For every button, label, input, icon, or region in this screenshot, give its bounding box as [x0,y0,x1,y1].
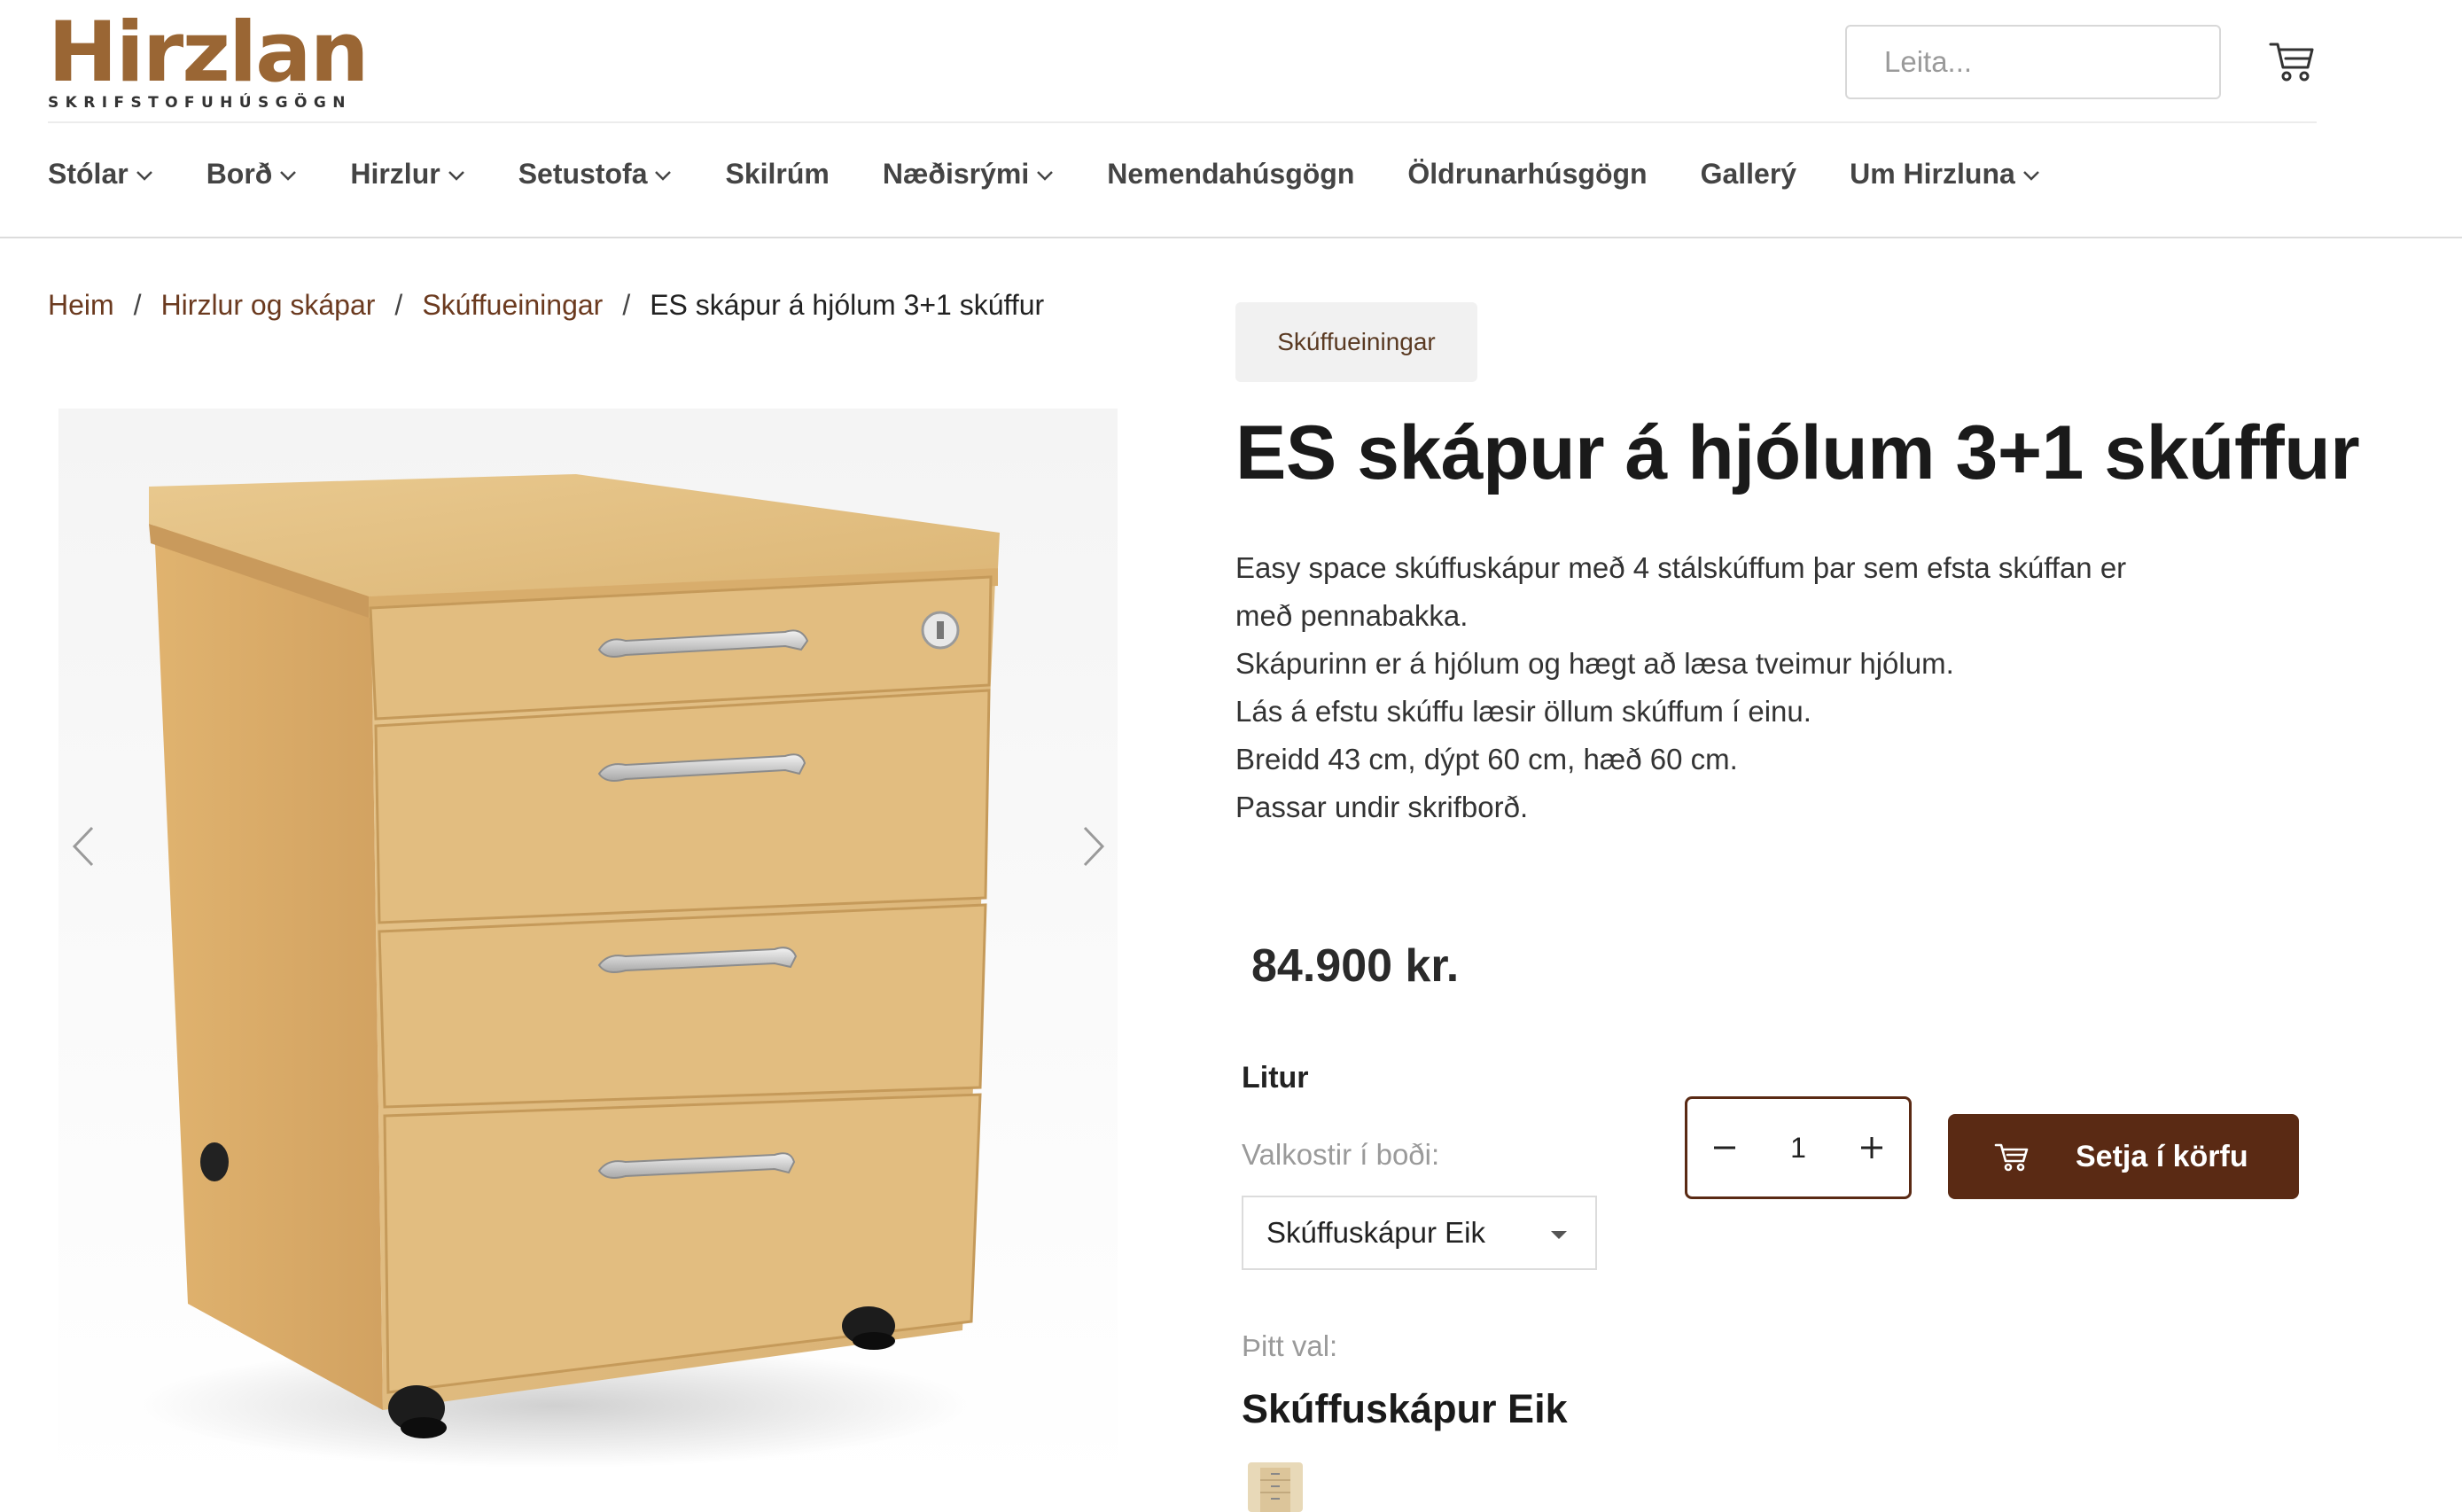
cart-icon [1994,1143,2029,1172]
breadcrumb-link-skuffueiningar[interactable]: Skúffueiningar [422,289,603,322]
quantity-input[interactable] [1763,1131,1834,1165]
nav-item-label: Skilrúm [725,157,830,190]
color-select-value: Skúffuskápur Eik [1266,1216,1486,1249]
nav-item-label: Hirzlur [350,157,440,190]
nav-item-label: Stólar [48,157,129,190]
nav-item-nemendahusgogn[interactable]: Nemendahúsgögn [1107,158,1354,191]
product-description: Easy space skúffuskápur með 4 stálskúffu… [1235,544,2210,831]
nav-item-label: Öldrunarhúsgögn [1407,157,1648,190]
chevron-left-icon[interactable] [71,824,96,869]
color-select[interactable]: Skúffuskápur Eik [1242,1196,1597,1270]
header-divider [48,121,2317,123]
nav-item-label: Gallerý [1700,157,1797,190]
breadcrumb: Heim / Hirzlur og skápar / Skúffueininga… [48,289,1044,322]
description-line: Breidd 43 cm, dýpt 60 cm, hæð 60 cm. [1235,743,1738,775]
nav-divider [0,237,2462,238]
nav-item-label: Setustofa [518,157,648,190]
product-image-gallery [58,409,1118,1489]
plus-icon [1861,1137,1882,1158]
product-price: 84.900 kr. [1251,940,1460,992]
chevron-down-icon [2022,171,2039,181]
nav-item-stolar[interactable]: Stólar [48,158,153,191]
nav-item-label: Nemendahúsgögn [1107,157,1355,190]
description-line: Lás á efstu skúffu læsir öllum skúffum í… [1235,695,1811,728]
search-box[interactable] [1845,25,2221,99]
breadcrumb-separator: / [394,289,403,321]
chevron-right-icon[interactable] [1081,824,1106,869]
option-subtitle: Valkostir í boði: [1242,1138,1440,1171]
breadcrumb-current: ES skápur á hjólum 3+1 skúffur [650,289,1045,321]
breadcrumb-separator: / [133,289,142,321]
brand-tagline: SKRIFSTOFUHÚSGÖGN [48,94,352,112]
add-to-cart-label: Setja í körfu [2076,1139,2248,1173]
nav-item-setustofa[interactable]: Setustofa [518,158,673,191]
nav-item-label: Borð [206,157,273,190]
selection-label: Þitt val: [1242,1329,1338,1362]
cart-icon[interactable] [2269,39,2315,83]
description-line: með pennabakka. [1235,599,1469,632]
product-image [138,474,1000,1468]
nav-item-label: Næðisrými [882,157,1030,190]
decrease-quantity-button[interactable] [1707,1130,1742,1165]
chevron-down-icon [280,171,297,181]
description-line: Skápurinn er á hjólum og hægt að læsa tv… [1235,647,1954,680]
nav-item-oldrunarhusgogn[interactable]: Öldrunarhúsgögn [1407,158,1647,191]
product-title: ES skápur á hjólum 3+1 skúffur [1235,410,2360,495]
nav-item-label: Um Hirzluna [1850,157,2015,190]
chevron-down-icon [1037,171,1054,181]
description-line: Passar undir skrifborð. [1235,791,1529,823]
quantity-stepper [1685,1096,1912,1199]
selection-value: Skúffuskápur Eik [1242,1386,1568,1431]
main-nav: Stólar Borð Hirzlur Setustofa Skilrúm Næ… [48,151,2093,197]
nav-item-bord[interactable]: Borð [206,158,298,191]
chevron-down-icon [136,171,152,181]
search-input[interactable] [1847,27,2219,97]
caret-down-icon [1551,1231,1567,1239]
selected-variant-thumbnail[interactable] [1248,1462,1303,1512]
description-line: Easy space skúffuskápur með 4 stálskúffu… [1235,551,2127,584]
option-label: Litur [1242,1061,1309,1095]
nav-item-skilrum[interactable]: Skilrúm [725,158,829,191]
minus-icon [1714,1146,1735,1150]
nav-item-naedisrymi[interactable]: Næðisrými [883,158,1054,191]
chevron-down-icon [655,171,672,181]
category-badge[interactable]: Skúffueiningar [1235,302,1477,382]
add-to-cart-button[interactable]: Setja í körfu [1948,1114,2299,1199]
nav-item-hirzlur[interactable]: Hirzlur [350,158,464,191]
chevron-down-icon [448,171,464,181]
brand-name: Hirzlan [48,4,370,101]
increase-quantity-button[interactable] [1854,1130,1889,1165]
breadcrumb-link-hirzlur-og-skapar[interactable]: Hirzlur og skápar [161,289,376,322]
brand-logo[interactable]: Hirzlan SKRIFSTOFUHÚSGÖGN [48,4,370,113]
nav-item-gallery[interactable]: Gallerý [1701,158,1797,191]
breadcrumb-link-home[interactable]: Heim [48,289,114,322]
nav-item-um-hirzluna[interactable]: Um Hirzluna [1850,158,2040,191]
breadcrumb-separator: / [622,289,631,321]
